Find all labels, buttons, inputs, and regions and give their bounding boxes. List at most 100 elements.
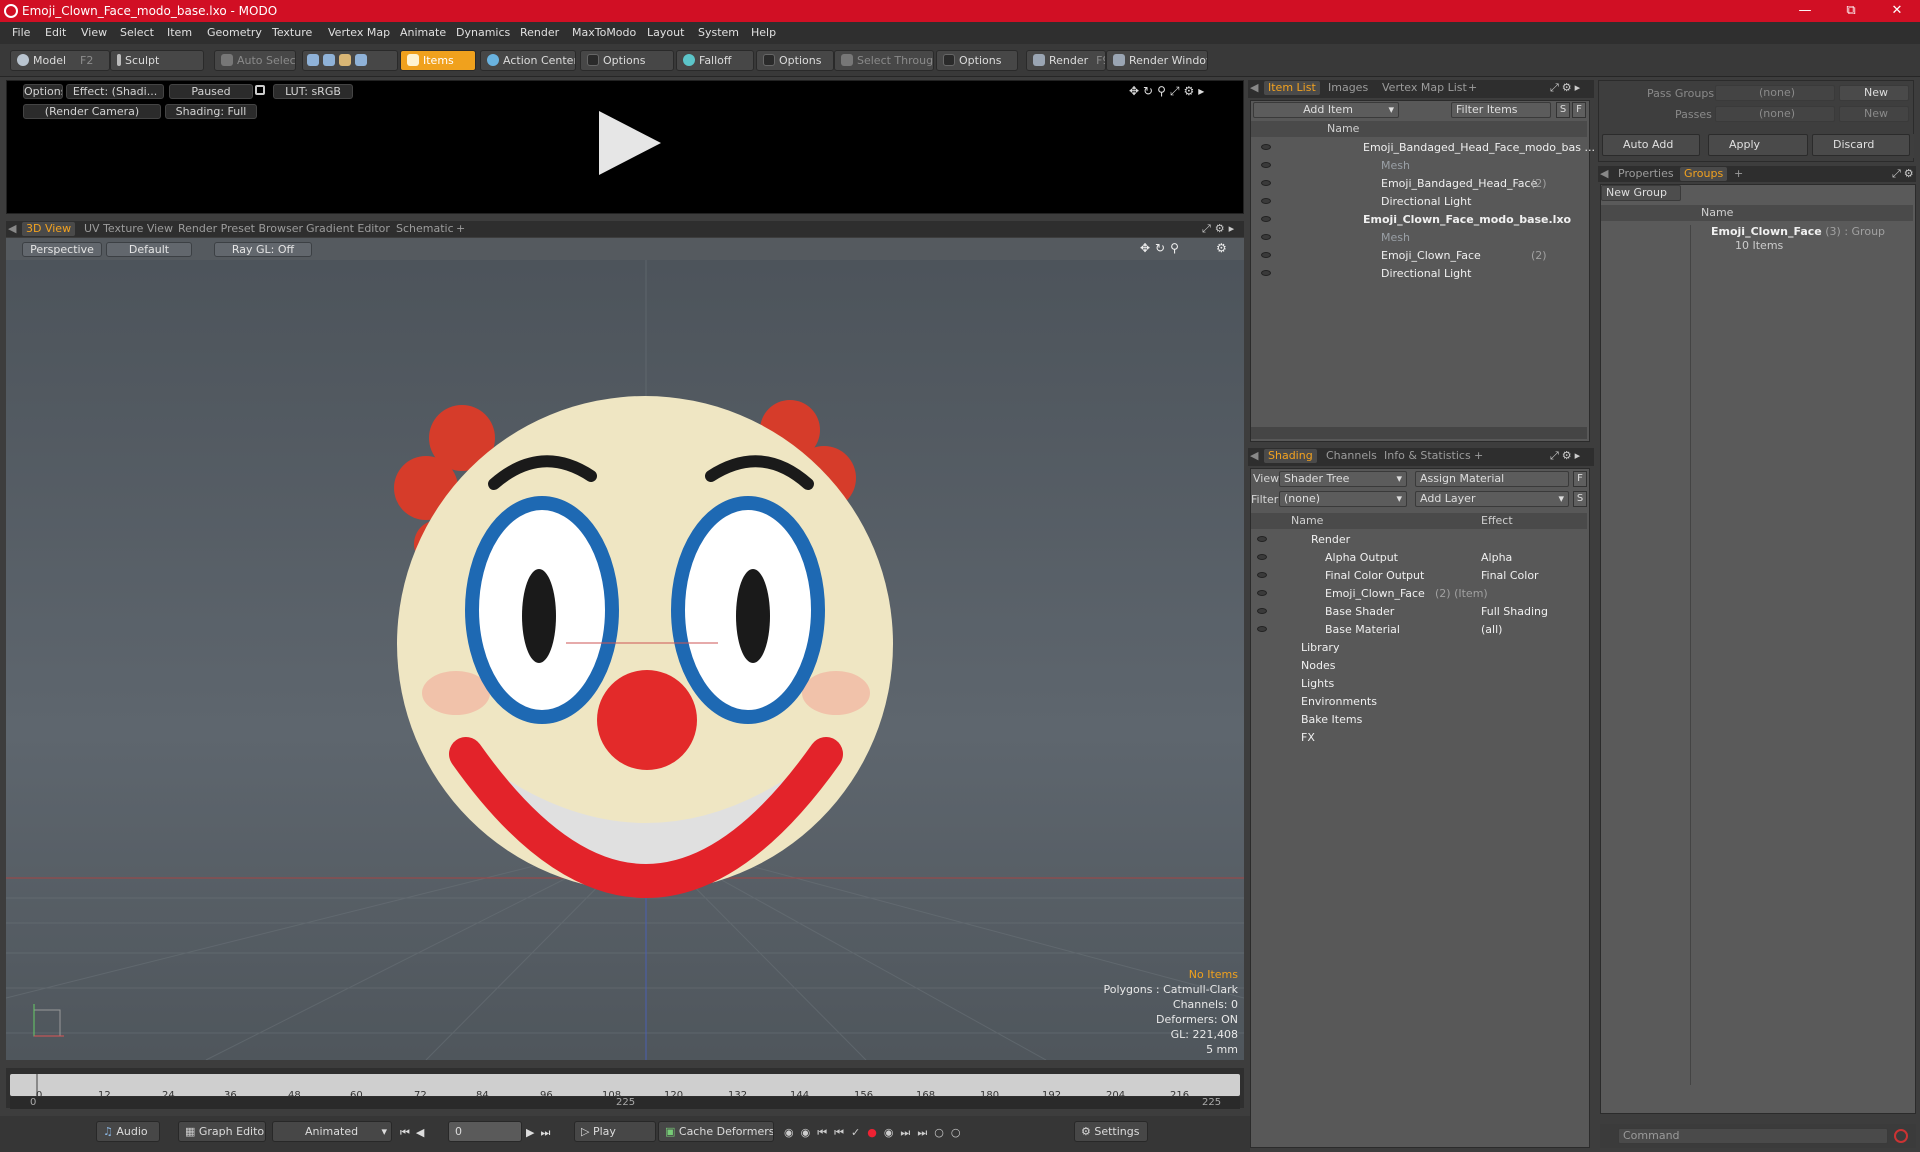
command-history-icon[interactable] [1894,1129,1908,1143]
play-button[interactable]: ▷ Play [574,1121,656,1142]
apply-button[interactable]: Apply [1708,134,1808,156]
tab-properties[interactable]: Properties [1618,167,1674,181]
filter-dropdown[interactable]: (none) ▾ [1279,491,1407,507]
menu-item[interactable]: Item [167,26,192,39]
render-button[interactable]: Render F9 [1026,50,1106,71]
menu-file[interactable]: File [12,26,30,39]
model-mode-button[interactable]: Model F2 [10,50,110,71]
tab-render-preset-browser[interactable]: Render Preset Browser [178,222,303,236]
tab-info-statistics[interactable]: Info & Statistics [1384,449,1471,463]
shader-tree-row[interactable]: Alpha Output Alpha [1251,549,1587,567]
effect-value[interactable]: (all) [1481,623,1502,636]
render-options-button[interactable]: Options [23,84,63,99]
default-style-dropdown[interactable]: Default [106,242,192,257]
menu-vertex-map[interactable]: Vertex Map [328,26,390,39]
settings-button[interactable]: ⚙ Settings [1074,1121,1148,1142]
panel-collapse-icon[interactable]: ◀ [1600,167,1608,181]
lock-icon[interactable] [255,85,265,95]
visibility-eye-icon[interactable] [1257,590,1267,596]
item-list-row[interactable]: Emoji_Bandaged_Head_Face_modo_bas ... [1251,139,1595,157]
add-tab-icon[interactable]: + [1474,449,1483,463]
materials-mode-icon[interactable] [355,54,367,66]
view-dropdown[interactable]: Shader Tree ▾ [1279,471,1407,487]
name-column-header[interactable]: Name [1701,205,1733,220]
tab-schematic[interactable]: Schematic [396,222,454,236]
visibility-eye-icon[interactable] [1261,198,1271,204]
shader-tree-row[interactable]: Bake Items [1251,711,1587,729]
add-item-dropdown[interactable]: Add Item ▾ [1253,102,1399,118]
add-tab-icon[interactable]: + [1468,81,1477,95]
visibility-eye-icon[interactable] [1257,536,1267,542]
render-view-controls-icon[interactable]: ✥↻⚲⤢⚙▸ [1129,84,1208,99]
discard-button[interactable]: Discard [1812,134,1910,156]
select-through-options-button[interactable]: Options [936,50,1018,71]
visibility-eye-icon[interactable] [1257,554,1267,560]
skip-to-end-icon[interactable]: ▶⏭ [526,1126,556,1140]
shader-tree-row[interactable]: Final Color Output Final Color [1251,567,1587,585]
panel-controls-icon[interactable]: ⤢⚙▸ [1550,81,1583,95]
menu-layout[interactable]: Layout [647,26,684,39]
effect-column-header[interactable]: Effect [1481,513,1513,528]
shader-tree-row[interactable]: Library [1251,639,1587,657]
visibility-eye-icon[interactable] [1261,162,1271,168]
add-layer-dropdown[interactable]: Add Layer ▾ [1415,491,1569,507]
item-list-row[interactable]: Directional Light [1251,265,1587,283]
menu-help[interactable]: Help [751,26,776,39]
auto-select-button[interactable]: Auto Select [214,50,296,71]
menu-animate[interactable]: Animate [400,26,446,39]
effect-value[interactable]: Final Color [1481,569,1539,582]
falloff-options-button[interactable]: Options [756,50,834,71]
audio-button[interactable]: ♫ Audio [96,1121,160,1142]
name-column-header[interactable]: Name [1327,121,1359,136]
item-list-row[interactable]: Mesh [1251,229,1587,247]
falloff-button[interactable]: Falloff [676,50,754,71]
auto-add-button[interactable]: Auto Add [1602,134,1700,156]
effect-dropdown[interactable]: Effect: (Shadi... [66,84,164,99]
record-icon[interactable]: ● [867,1126,884,1139]
edges-mode-icon[interactable] [323,54,335,66]
panel-controls-icon[interactable]: ⤢⚙▸ [1550,449,1583,463]
shading-dropdown[interactable]: Shading: Full [165,104,257,119]
s-button[interactable]: S [1573,491,1587,507]
tab-images[interactable]: Images [1328,81,1368,95]
pass-groups-dropdown[interactable]: (none) [1715,85,1835,101]
viewport-settings-gear-icon[interactable]: ⚙ [1216,241,1227,255]
menu-texture[interactable]: Texture [272,26,312,39]
item-list-scrollbar[interactable] [1251,427,1587,439]
visibility-eye-icon[interactable] [1261,216,1271,222]
action-center-options-button[interactable]: Options [580,50,674,71]
shader-tree-row[interactable]: Base Material (all) [1251,621,1587,639]
paused-toggle[interactable]: Paused [169,84,253,99]
menu-select[interactable]: Select [120,26,154,39]
f-button[interactable]: F [1573,471,1587,487]
shader-tree-row[interactable]: Nodes [1251,657,1587,675]
menu-maxtomodo[interactable]: MaxToModo [572,26,636,39]
item-list-row[interactable]: Emoji_Clown_Face (2) [1251,247,1587,265]
tab-vertex-map-list[interactable]: Vertex Map List [1382,81,1467,95]
visibility-eye-icon[interactable] [1257,608,1267,614]
new-group-button[interactable]: New Group [1601,185,1681,201]
panel-controls-icon[interactable]: ⤢⚙ [1892,167,1917,181]
graph-editor-button[interactable]: ▦ Graph Editor [178,1121,266,1142]
visibility-eye-icon[interactable] [1261,180,1271,186]
visibility-eye-icon[interactable] [1261,144,1271,150]
shader-tree-row[interactable]: Lights [1251,675,1587,693]
items-mode-button[interactable]: Items [400,50,476,71]
tab-gradient-editor[interactable]: Gradient Editor [306,222,390,236]
render-camera-dropdown[interactable]: (Render Camera) [23,104,161,119]
visibility-eye-icon[interactable] [1257,572,1267,578]
menu-render[interactable]: Render [520,26,559,39]
timeline-range-bar[interactable]: 0 225 225 [10,1097,1240,1109]
shader-tree-row[interactable]: Render [1251,531,1587,549]
item-list-row[interactable]: Emoji_Bandaged_Head_Face (2) [1251,175,1587,193]
shader-tree-row[interactable]: Environments [1251,693,1587,711]
skip-to-start-icon[interactable]: ⏮◀ [400,1126,430,1140]
tab-groups[interactable]: Groups [1680,167,1728,181]
assign-material-button[interactable]: Assign Material [1415,471,1569,487]
shader-tree-row[interactable]: FX [1251,729,1587,747]
animated-dropdown[interactable]: Animated ▾ [272,1121,392,1142]
panel-collapse-icon[interactable]: ◀ [8,222,16,236]
menu-view[interactable]: View [81,26,107,39]
menu-edit[interactable]: Edit [45,26,66,39]
perspective-dropdown[interactable]: Perspective [22,242,102,257]
